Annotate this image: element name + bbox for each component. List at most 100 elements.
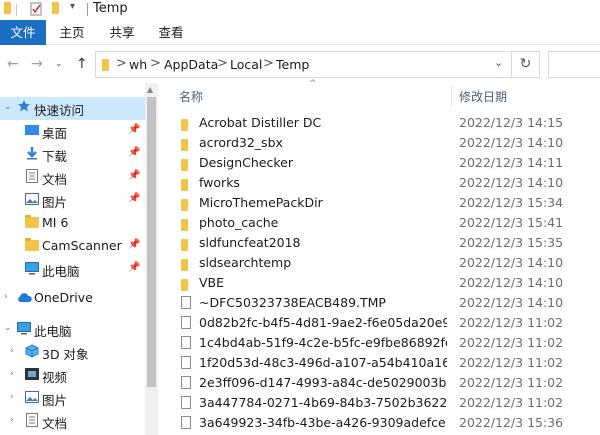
table-row[interactable]: 0d82b2fc-b4f5-4d81-9ae2-f6e05da20e9f.tmp… [165, 313, 600, 333]
chevron-right-icon[interactable]: › [10, 392, 14, 402]
file-name: sldsearchtemp [199, 255, 292, 270]
tab-share[interactable]: 共享 [102, 20, 142, 45]
nav-item-mi6[interactable]: MI 6 [0, 212, 145, 235]
properties-icon[interactable] [30, 2, 43, 19]
back-arrow-icon[interactable]: ← [7, 56, 19, 72]
nav-item-this-pc[interactable]: ⌄ 此电脑 [0, 318, 145, 341]
file-name: 0d82b2fc-b4f5-4d81-9ae2-f6e05da20e9f.tmp [199, 315, 447, 330]
pin-icon: 📌 [128, 262, 141, 273]
search-input[interactable] [548, 51, 600, 78]
nav-item-camscanner[interactable]: CamScanner 📌 [0, 235, 145, 258]
forward-arrow-icon[interactable]: → [31, 56, 43, 72]
pin-icon: 📌 [128, 124, 141, 135]
chevron-right-icon[interactable]: › [10, 346, 14, 356]
folder-icon [181, 159, 188, 174]
recent-locations-icon[interactable]: ⌄ [55, 59, 63, 69]
nav-scrollbar[interactable]: ▲ [145, 83, 158, 435]
breadcrumb-wh[interactable]: wh [129, 57, 147, 72]
table-row[interactable]: sldsearchtemp 2022/12/3 14:10 [165, 253, 600, 273]
file-list: ^ 名称 修改日期 Acrobat Distiller DC 2022/12/3 … [165, 79, 600, 435]
new-folder-icon[interactable] [52, 2, 59, 17]
table-row[interactable]: 1c4bd4ab-51f9-4c2e-b5fc-e9fbe86892fe.tmp… [165, 333, 600, 353]
file-name: acrord32_sbx [199, 135, 283, 150]
computer-icon [25, 262, 39, 278]
pin-icon: 📌 [128, 193, 141, 204]
table-row[interactable]: Acrobat Distiller DC 2022/12/3 14:15 [165, 113, 600, 133]
table-row[interactable]: photo_cache 2022/12/3 15:41 [165, 213, 600, 233]
sort-ascending-icon: ^ [309, 79, 317, 89]
column-divider[interactable] [451, 85, 452, 107]
file-icon [181, 336, 191, 352]
nav-label: 此电脑 [34, 324, 72, 339]
nav-item-this-pc-pinned[interactable]: 此电脑 📌 [0, 258, 145, 281]
nav-item-videos[interactable]: › 视频 [0, 364, 145, 387]
column-date-modified[interactable]: 修改日期 [459, 88, 507, 105]
table-row[interactable]: 3a649923-34fb-43be-a426-9309adefce70.t..… [165, 413, 600, 433]
customize-toolbar-icon[interactable]: ▾ [70, 1, 75, 12]
breadcrumb-appdata[interactable]: AppData [164, 57, 218, 72]
nav-item-documents[interactable]: 文档 📌 [0, 166, 145, 189]
chevron-down-icon[interactable]: ⌄ [494, 56, 503, 69]
folder-icon [181, 279, 188, 294]
nav-item-onedrive[interactable]: › OneDrive [0, 287, 145, 310]
nav-label: 下载 [42, 149, 68, 164]
document-icon [26, 169, 38, 186]
chevron-down-icon[interactable]: ⌄ [4, 323, 12, 333]
chevron-down-icon[interactable]: ⌄ [4, 102, 12, 112]
window-title: Temp [93, 1, 128, 16]
chevron-right-icon[interactable]: › [4, 292, 8, 302]
file-name: fworks [199, 175, 240, 190]
breadcrumb-separator[interactable]: > [150, 56, 161, 71]
table-row[interactable]: 2e3ff096-d147-4993-a84c-de5029003b37.t..… [165, 373, 600, 393]
file-date-modified: 2022/12/3 15:36 [459, 415, 564, 430]
tab-file[interactable]: 文件 [0, 20, 46, 45]
breadcrumb-local[interactable]: Local [230, 57, 262, 72]
table-row[interactable]: acrord32_sbx 2022/12/3 14:10 [165, 133, 600, 153]
tab-view[interactable]: 查看 [151, 20, 191, 45]
file-date-modified: 2022/12/3 15:41 [459, 215, 564, 230]
breadcrumb-separator[interactable]: > [263, 56, 274, 71]
file-name: 3a447784-0271-4b69-84b3-7502b3622002... [199, 395, 447, 410]
nav-item-downloads[interactable]: 下载 📌 [0, 143, 145, 166]
folder-icon [181, 179, 188, 194]
breadcrumb-separator[interactable]: > [116, 56, 127, 71]
file-name: 3a649923-34fb-43be-a426-9309adefce70.t..… [199, 415, 447, 430]
file-icon [181, 396, 191, 412]
nav-item-pictures-pc[interactable]: › 图片 [0, 387, 145, 410]
breadcrumb-temp[interactable]: Temp [276, 57, 309, 72]
tab-home[interactable]: 主页 [52, 20, 92, 45]
table-row[interactable]: VBE 2022/12/3 14:10 [165, 273, 600, 293]
breadcrumb-separator[interactable]: > [217, 56, 228, 71]
table-row[interactable]: 1f20d53d-48c3-496d-a107-a54b410a1677.t..… [165, 353, 600, 373]
table-row[interactable]: fworks 2022/12/3 14:10 [165, 173, 600, 193]
file-date-modified: 2022/12/3 11:02 [459, 355, 564, 370]
folder-icon [181, 219, 188, 234]
refresh-icon: ↻ [519, 56, 532, 72]
file-date-modified: 2022/12/3 14:11 [459, 155, 564, 170]
file-name: 1f20d53d-48c3-496d-a107-a54b410a1677.t..… [199, 355, 447, 370]
file-name: ~DFC50323738EACB489.TMP [199, 295, 386, 310]
nav-label: 文档 [42, 172, 68, 187]
navigation-pane: ⌄ 快速访问 桌面 📌 下载 📌 文档 📌 图片 📌 MI 6 CamScann… [0, 83, 158, 435]
up-arrow-icon[interactable]: ↑ [76, 56, 88, 72]
refresh-button[interactable]: ↻ [512, 51, 540, 78]
nav-item-quick-access[interactable]: ⌄ 快速访问 [0, 97, 145, 120]
scroll-up-icon[interactable]: ▲ [147, 85, 153, 94]
table-row[interactable]: DesignChecker 2022/12/3 14:11 [165, 153, 600, 173]
table-row[interactable]: ~DFC50323738EACB489.TMP 2022/12/3 14:10 [165, 293, 600, 313]
address-bar[interactable]: > wh > AppData > Local > Temp ⌄ [95, 51, 512, 78]
table-row[interactable]: sldfuncfeat2018 2022/12/3 15:35 [165, 233, 600, 253]
table-row[interactable]: MicroThemePackDir 2022/12/3 15:34 [165, 193, 600, 213]
nav-item-desktop[interactable]: 桌面 📌 [0, 120, 145, 143]
nav-label: OneDrive [34, 290, 93, 305]
table-row[interactable]: 3a447784-0271-4b69-84b3-7502b3622002... 2… [165, 393, 600, 413]
nav-item-3d-objects[interactable]: › 3D 对象 [0, 341, 145, 364]
column-name[interactable]: 名称 [179, 88, 203, 105]
nav-label: 图片 [42, 195, 68, 210]
nav-item-pictures[interactable]: 图片 📌 [0, 189, 145, 212]
chevron-right-icon[interactable]: › [10, 369, 14, 379]
scrollbar-thumb[interactable] [147, 97, 156, 387]
nav-item-documents-pc[interactable]: › 文档 [0, 410, 145, 433]
chevron-right-icon[interactable]: › [10, 415, 14, 425]
file-date-modified: 2022/12/3 11:02 [459, 335, 564, 350]
